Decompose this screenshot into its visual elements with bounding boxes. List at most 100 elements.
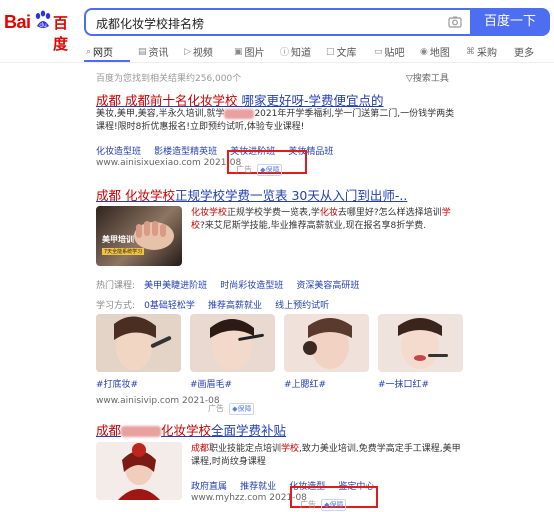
tab-label: 文库 xyxy=(336,48,357,59)
desc-text: 去哪里好?怎么样选择培训 xyxy=(337,208,442,218)
tab-video[interactable]: ▷ 视频 xyxy=(184,44,213,60)
title-text: 全面学费补贴 xyxy=(211,423,287,438)
study-mode-row: 学习方式: 0基础轻松学 推荐高薪就业 线上预约试听 xyxy=(96,293,329,312)
baidu-logo[interactable]: Bai du 百度 xyxy=(4,8,76,53)
title-text: 哪家更好呀-学费便宜点的 xyxy=(237,93,384,108)
result-3-description: 成都职业技能定点培训学校,致力美业培训,免费学高定手工课程,美甲课程,时尚纹身课… xyxy=(191,443,463,469)
chat-icon: ▭ xyxy=(374,46,383,57)
sitelink[interactable]: 推荐就业 xyxy=(240,482,276,492)
sitelink[interactable]: 时尚彩妆造型班 xyxy=(220,281,283,291)
makeup-image-4[interactable] xyxy=(378,314,463,372)
image-caption[interactable]: #上腮红# xyxy=(284,377,326,390)
result-2-thumbnail[interactable]: 美甲培训 7天全能系统学习 xyxy=(96,206,182,266)
ad-label: 广告 xyxy=(208,404,224,413)
sitelink[interactable]: 资深美容高研班 xyxy=(296,281,359,291)
result-1-title[interactable]: 成都 成都前十名化妆学校 哪家更好呀-学费便宜点的 xyxy=(96,90,384,109)
image-caption[interactable]: #画眉毛# xyxy=(190,377,232,390)
desc-text: ?来艾尼斯学技能,毕业推荐高薪就业,现在报名享8折学费. xyxy=(200,221,427,231)
tab-label: 图片 xyxy=(244,48,265,59)
logo-text-du: 百度 xyxy=(53,14,69,53)
badge-label: 保障 xyxy=(329,501,344,509)
ad-label: 广告 xyxy=(300,500,316,509)
desc-keyword: 化妆 xyxy=(319,208,338,218)
makeup-image-1[interactable] xyxy=(96,314,181,372)
blurred-text xyxy=(121,426,162,437)
blurred-text xyxy=(224,108,255,119)
result-2-description: 化妆学校正规学校学费一览表,学化妆去哪里好?怎么样选择培训学校?来艾尼斯学技能,… xyxy=(191,207,463,233)
sitelink[interactable]: 0基础轻松学 xyxy=(144,301,195,311)
paw-icon: du xyxy=(35,10,51,29)
image-caption[interactable]: #打底妆# xyxy=(96,377,138,390)
tab-tieba[interactable]: ▭ 贴吧 xyxy=(374,44,405,60)
face-image xyxy=(190,314,275,372)
result-1-url[interactable]: www.ainisixuexiao.com 2021-08 xyxy=(96,158,241,168)
badge-label: 保障 xyxy=(265,166,280,174)
result-3-thumbnail[interactable] xyxy=(96,442,182,500)
desc-keyword: 化妆学校 xyxy=(191,208,228,218)
thumbnail-subcaption: 7天全能系统学习 xyxy=(102,248,145,255)
tab-purchase[interactable]: ⌘ 采购 xyxy=(466,44,497,60)
tab-images[interactable]: ▣ 图片 xyxy=(234,44,265,60)
map-icon: ◉ xyxy=(420,46,428,57)
tab-zhidao[interactable]: ⓘ 知道 xyxy=(280,44,311,59)
camera-icon[interactable] xyxy=(448,15,462,29)
logo-text-bai: Bai xyxy=(4,12,31,32)
hot-courses-row: 热门课程: 美甲美睫进阶班 时尚彩妆造型班 资深美容高研班 xyxy=(96,273,359,292)
makeup-image-3[interactable] xyxy=(284,314,369,372)
divider xyxy=(0,62,554,63)
search-box[interactable]: 成都化妆学校排名榜 xyxy=(84,8,470,36)
result-1-description: 美妆,美甲,美容,半永久培训,就学 2021年开学季福利,学一门送第二门,一份钱学… xyxy=(96,108,456,134)
tab-web[interactable]: ⌕ 网页 xyxy=(86,44,114,60)
desc-keyword: 成都 xyxy=(191,444,210,454)
tab-label: 网页 xyxy=(93,48,114,59)
face-image xyxy=(284,314,369,372)
sitelink[interactable]: 线上预约试听 xyxy=(275,301,329,311)
tab-wenku[interactable]: □ 文库 xyxy=(326,44,357,60)
sitelink[interactable]: 化妆造型班 xyxy=(96,147,141,157)
result-2-title[interactable]: 成都 化妆学校正规学校学费一览表 30天从入门到出师-.. xyxy=(96,185,407,204)
guarantee-badge[interactable]: ◆保障 xyxy=(229,403,255,415)
result-count: 百度为您找到相关结果约256,000个 xyxy=(96,74,242,84)
result-3-title[interactable]: 成都 化妆学校全面学费补贴 xyxy=(96,420,286,439)
tab-news[interactable]: ▤ 资讯 xyxy=(138,44,169,60)
ad-label: 广告 xyxy=(236,165,252,174)
title-keyword: 化妆学校 xyxy=(187,93,238,108)
title-keyword: 成都 xyxy=(96,423,122,438)
guarantee-badge[interactable]: ◆保障 xyxy=(321,499,347,511)
title-keyword: 化妆学校 xyxy=(121,188,175,203)
face-image xyxy=(378,314,463,372)
sitelink[interactable]: 政府直属 xyxy=(191,482,227,492)
hot-courses-label: 热门课程: xyxy=(96,281,136,291)
search-tools-label: 搜索工具 xyxy=(412,74,449,84)
search-input[interactable]: 成都化妆学校排名榜 xyxy=(96,15,204,32)
tab-label: 地图 xyxy=(429,48,450,59)
svg-text:du: du xyxy=(39,22,47,29)
makeup-image-2[interactable] xyxy=(190,314,275,372)
search-button[interactable]: 百度一下 xyxy=(470,8,550,36)
desc-text: 职业技能定点培训 xyxy=(209,444,282,454)
desc-text: 美妆,美甲,美容,半永久培训,就学 xyxy=(96,109,225,119)
sitelink[interactable]: 影楼造型精英班 xyxy=(154,147,217,157)
guarantee-badge[interactable]: ◆保障 xyxy=(257,164,283,176)
news-icon: ▤ xyxy=(138,46,147,57)
title-keyword: 化妆学校 xyxy=(161,423,212,438)
sitelink[interactable]: 美甲美睫进阶班 xyxy=(144,281,207,291)
tab-label: 资讯 xyxy=(148,48,169,59)
image-icon: ▣ xyxy=(234,46,243,57)
desc-text: 正规学校学费一览表,学 xyxy=(227,208,320,218)
search-tools-button[interactable]: ▽搜索工具 xyxy=(406,71,449,84)
tab-more[interactable]: 更多 xyxy=(514,44,534,59)
ad-label-group: 广告 ◆保障 xyxy=(208,396,255,415)
tab-label: 知道 xyxy=(291,48,312,59)
tab-map[interactable]: ◉ 地图 xyxy=(420,44,450,60)
document-icon: □ xyxy=(326,46,335,57)
image-caption[interactable]: #一抹口红# xyxy=(378,377,429,390)
title-keyword: 成都 xyxy=(96,188,122,203)
tab-label: 视频 xyxy=(192,48,213,59)
tab-label: 采购 xyxy=(477,48,497,59)
filter-icon: ▽ xyxy=(406,74,413,84)
question-icon: ⓘ xyxy=(280,48,290,58)
model-image xyxy=(96,442,182,500)
sitelink[interactable]: 推荐高薪就业 xyxy=(208,301,262,311)
result-2-url[interactable]: www.ainisivip.com 2021-08 xyxy=(96,396,220,406)
